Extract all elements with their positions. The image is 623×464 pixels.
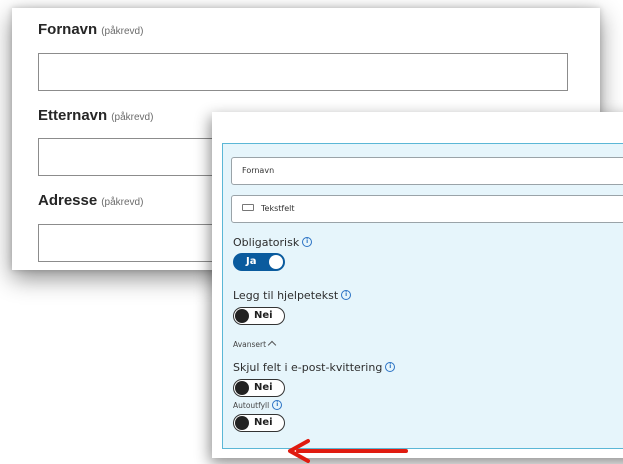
required-option-label: Obligatorisk i	[233, 236, 313, 249]
first-name-label: Fornavn (påkrevd)	[38, 21, 144, 38]
required-hint: (påkrevd)	[111, 112, 154, 123]
first-name-input[interactable]	[38, 53, 568, 91]
helptext-toggle[interactable]: Nei	[233, 307, 285, 325]
text-field-icon	[242, 204, 254, 211]
info-icon[interactable]: i	[302, 237, 313, 247]
required-hint: (påkrevd)	[101, 26, 144, 37]
address-label: Adresse (påkrevd)	[38, 192, 144, 209]
field-type-select[interactable]: Tekstfelt	[231, 195, 623, 223]
autofill-label: Autoutfyll i	[233, 400, 283, 411]
hide-in-receipt-toggle[interactable]: Nei	[233, 379, 285, 397]
red-arrow-left-icon	[288, 439, 408, 463]
toggle-knob	[235, 309, 249, 323]
info-icon[interactable]: i	[341, 290, 352, 300]
field-settings-body: Fornavn Tekstfelt Obligatorisk i Ja Legg …	[222, 143, 623, 449]
required-hint: (påkrevd)	[101, 197, 144, 208]
info-icon[interactable]: i	[272, 400, 283, 410]
toggle-knob	[235, 416, 249, 430]
hide-in-receipt-label: Skjul felt i e-post-kvittering i	[233, 361, 396, 374]
toggle-knob	[269, 255, 283, 269]
last-name-label: Etternavn (påkrevd)	[38, 107, 154, 124]
helptext-option-label: Legg til hjelpetekst i	[233, 289, 352, 302]
required-toggle[interactable]: Ja	[233, 253, 285, 271]
autofill-toggle[interactable]: Nei	[233, 414, 285, 432]
toggle-knob	[235, 381, 249, 395]
field-settings-panel: Fornavn Tekstfelt Obligatorisk i Ja Legg …	[212, 112, 623, 458]
info-icon[interactable]: i	[385, 362, 396, 372]
advanced-section-toggle[interactable]: Avansert	[233, 340, 277, 350]
field-name-input[interactable]: Fornavn	[231, 157, 623, 185]
chevron-up-icon	[267, 340, 277, 350]
